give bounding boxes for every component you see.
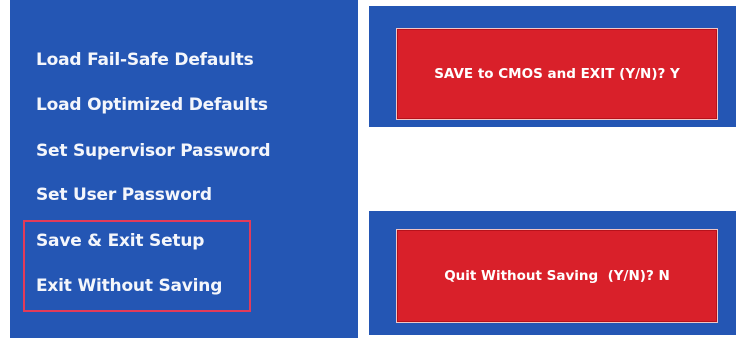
quit-without-saving-dialog-panel: Quit Without Saving (Y/N)? N xyxy=(369,211,736,335)
bios-exit-menu: Load Fail-Safe Defaults Load Optimized D… xyxy=(10,0,358,338)
save-exit-prompt: SAVE to CMOS and EXIT (Y/N)? Y xyxy=(434,66,680,82)
selection-highlight-box xyxy=(23,220,251,312)
menu-item-load-optimized-defaults[interactable]: Load Optimized Defaults xyxy=(36,95,268,115)
menu-item-set-supervisor-password[interactable]: Set Supervisor Password xyxy=(36,141,271,161)
quit-without-saving-dialog[interactable]: Quit Without Saving (Y/N)? N xyxy=(396,229,718,323)
quit-without-saving-prompt: Quit Without Saving (Y/N)? N xyxy=(444,268,670,284)
save-exit-dialog[interactable]: SAVE to CMOS and EXIT (Y/N)? Y xyxy=(396,28,718,120)
menu-item-load-fail-safe-defaults[interactable]: Load Fail-Safe Defaults xyxy=(36,50,254,70)
save-exit-dialog-panel: SAVE to CMOS and EXIT (Y/N)? Y xyxy=(369,6,736,127)
menu-item-set-user-password[interactable]: Set User Password xyxy=(36,185,212,205)
